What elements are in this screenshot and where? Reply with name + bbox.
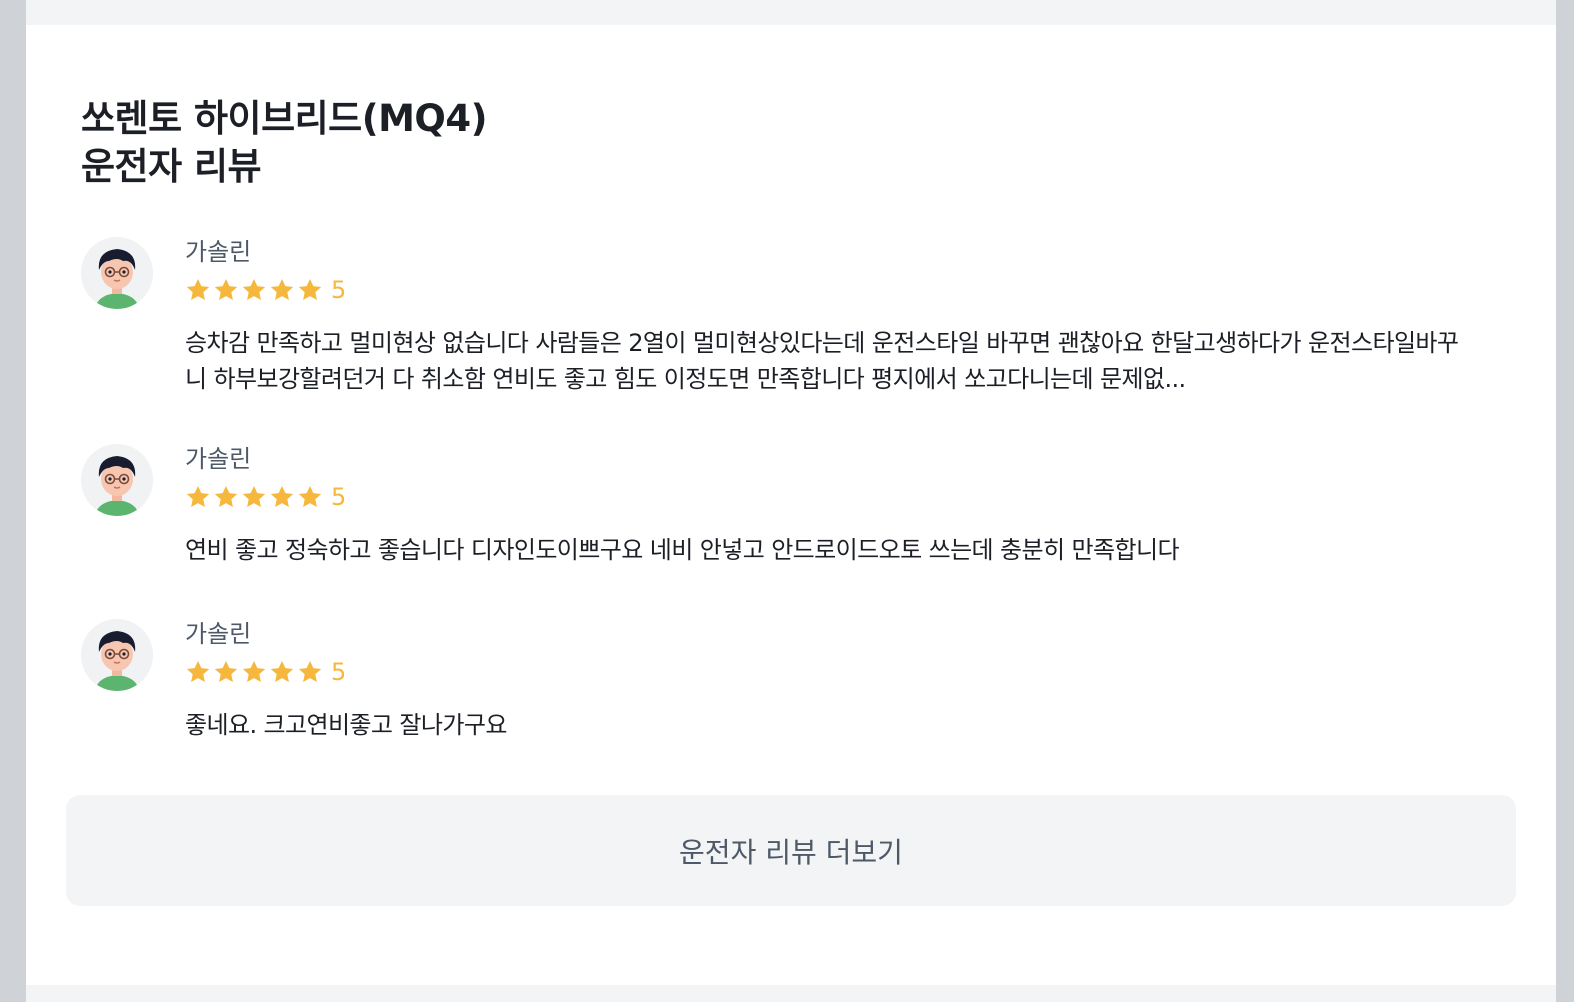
star-icon [214, 278, 238, 300]
rating-score: 5 [331, 483, 347, 511]
rating-score: 5 [331, 658, 347, 686]
section-title: 쏘렌토 하이브리드(MQ4) 운전자 리뷰 [81, 95, 488, 191]
star-icon [186, 278, 210, 300]
star-icon [242, 660, 266, 682]
star-icon [214, 660, 238, 682]
page-background: 쏘렌토 하이브리드(MQ4) 운전자 리뷰 가솔린 5 승차감 만족하고 멀미현… [26, 0, 1556, 1002]
user-avatar-icon [81, 237, 153, 309]
review-text: 연비 좋고 정숙하고 좋습니다 디자인도이쁘구요 네비 안넣고 안드로이드오토 … [185, 536, 1180, 564]
star-icon [186, 485, 210, 507]
user-avatar-icon [81, 444, 153, 516]
star-icon [242, 485, 266, 507]
rating-score: 5 [331, 276, 347, 304]
star-icon [270, 485, 294, 507]
star-icon [242, 278, 266, 300]
section-title-line1: 쏘렌토 하이브리드(MQ4) [81, 97, 488, 140]
fuel-type: 가솔린 [185, 238, 252, 266]
star-icon [298, 278, 322, 300]
star-icon [298, 485, 322, 507]
section-title-line2: 운전자 리뷰 [81, 145, 262, 188]
star-icon [270, 278, 294, 300]
review-text: 승차감 만족하고 멀미현상 없습니다 사람들은 2열이 멀미현상있다는데 운전스… [185, 329, 1459, 393]
driver-review-card: 쏘렌토 하이브리드(MQ4) 운전자 리뷰 가솔린 5 승차감 만족하고 멀미현… [26, 25, 1556, 985]
more-reviews-button[interactable]: 운전자 리뷰 더보기 [66, 795, 1516, 906]
star-icon [270, 660, 294, 682]
star-rating: 5 [185, 657, 346, 687]
star-rating: 5 [185, 482, 346, 512]
star-icon [298, 660, 322, 682]
user-avatar-icon [81, 619, 153, 691]
star-icon [214, 485, 238, 507]
star-icon [186, 660, 210, 682]
star-rating: 5 [185, 275, 346, 305]
fuel-type: 가솔린 [185, 445, 252, 473]
fuel-type: 가솔린 [185, 620, 252, 648]
review-text: 좋네요. 크고연비좋고 잘나가구요 [185, 711, 507, 739]
